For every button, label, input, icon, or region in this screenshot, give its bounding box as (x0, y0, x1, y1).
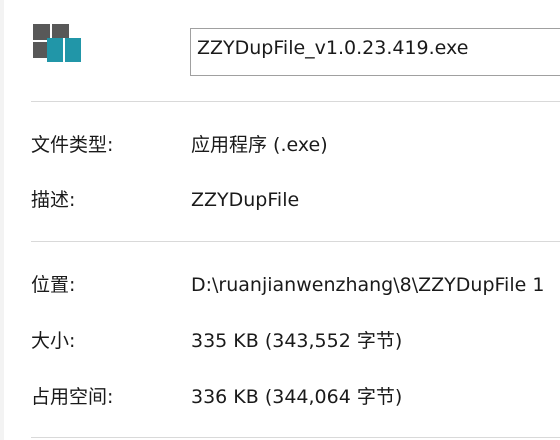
location-value[interactable]: D:\ruanjianwenzhang\8\ZZYDupFile 1 (191, 273, 560, 297)
description-label: 描述: (31, 189, 76, 211)
location-label: 位置: (31, 274, 76, 296)
divider-middle (31, 241, 560, 242)
description-value: ZZYDupFile (191, 189, 300, 211)
icon-square-gap (63, 38, 65, 62)
file-name-input[interactable]: ZZYDupFile_v1.0.23.419.exe (190, 28, 560, 76)
size-on-disk-label: 占用空间: (31, 386, 114, 408)
size-value: 335 KB (343,552 字节) (191, 330, 403, 352)
size-label: 大小: (31, 330, 76, 352)
file-type-value: 应用程序 (.exe) (191, 134, 328, 156)
size-on-disk-value: 336 KB (344,064 字节) (191, 386, 403, 408)
file-type-label: 文件类型: (31, 134, 114, 156)
app-window-icon (33, 24, 85, 64)
divider-bottom (31, 437, 560, 438)
divider-top (31, 101, 560, 102)
window-left-edge (0, 0, 4, 440)
